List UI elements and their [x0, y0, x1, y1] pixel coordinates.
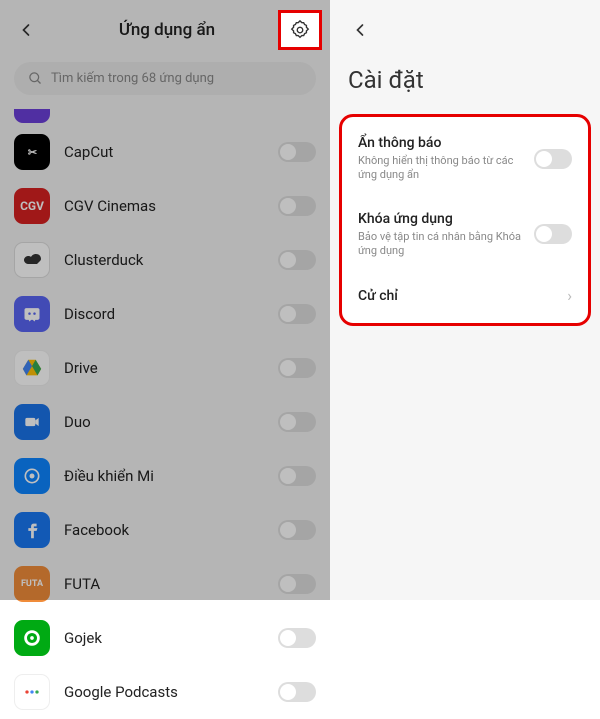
toggle[interactable]: [278, 682, 316, 702]
app-name: Google Podcasts: [64, 683, 264, 701]
setting-hide-notifications[interactable]: Ẩn thông báo Không hiển thị thông báo từ…: [342, 121, 588, 197]
app-row[interactable]: FUTA FUTA: [14, 557, 316, 611]
back-icon: [350, 20, 370, 40]
setting-subtitle: Bảo vệ tập tin cá nhân bằng Khóa ứng dụn…: [358, 230, 524, 259]
setting-text: Cử chỉ: [358, 288, 557, 304]
settings-card-highlight: Ẩn thông báo Không hiển thị thông báo từ…: [339, 114, 591, 326]
app-name: Điều khiển Mi: [64, 467, 264, 485]
chevron-right-icon: ›: [567, 286, 572, 305]
setting-app-lock[interactable]: Khóa ứng dụng Bảo vệ tập tin cá nhân bằn…: [342, 197, 588, 273]
gear-icon: [289, 19, 311, 41]
setting-title: Khóa ứng dụng: [358, 211, 524, 227]
app-row[interactable]: CGV CGV Cinemas: [14, 179, 316, 233]
facebook-icon: [14, 512, 50, 548]
app-row[interactable]: Facebook: [14, 503, 316, 557]
app-name: Facebook: [64, 521, 264, 539]
right-header: [330, 18, 600, 52]
toggle[interactable]: [278, 358, 316, 378]
back-button-right[interactable]: [348, 18, 372, 42]
app-name: Gojek: [64, 629, 264, 647]
app-name: Duo: [64, 413, 264, 431]
setting-gestures[interactable]: Cử chỉ ›: [342, 272, 588, 319]
futa-icon: FUTA: [14, 566, 50, 602]
app-name: Discord: [64, 305, 264, 323]
toggle[interactable]: [278, 628, 316, 648]
toggle[interactable]: [278, 574, 316, 594]
setting-title: Cử chỉ: [358, 288, 557, 304]
app-icon-partial: [14, 109, 50, 123]
app-row[interactable]: Discord: [14, 287, 316, 341]
left-panel: Ứng dụng ẩn Tìm kiếm trong 68 ứng dụng ✂…: [0, 0, 330, 600]
setting-text: Ẩn thông báo Không hiển thị thông báo từ…: [358, 135, 524, 183]
toggle[interactable]: [534, 224, 572, 244]
toggle[interactable]: [534, 149, 572, 169]
google-podcasts-icon: [14, 674, 50, 710]
app-row[interactable]: Điều khiển Mi: [14, 449, 316, 503]
app-row[interactable]: Gojek: [14, 611, 316, 665]
capcut-icon: ✂: [14, 134, 50, 170]
app-row[interactable]: Google Podcasts: [14, 665, 316, 719]
toggle[interactable]: [278, 142, 316, 162]
app-row[interactable]: ✂ CapCut: [14, 125, 316, 179]
duo-icon: [14, 404, 50, 440]
toggle[interactable]: [278, 304, 316, 324]
search-icon: [28, 71, 43, 86]
mi-remote-icon: [14, 458, 50, 494]
app-name: FUTA: [64, 575, 264, 593]
app-name: Clusterduck: [64, 251, 264, 269]
gojek-icon: [14, 620, 50, 656]
setting-subtitle: Không hiển thị thông báo từ các ứng dụng…: [358, 154, 524, 183]
setting-title: Ẩn thông báo: [358, 135, 524, 151]
settings-button-highlight[interactable]: [278, 10, 322, 50]
cgv-icon: CGV: [14, 188, 50, 224]
discord-icon: [14, 296, 50, 332]
search-placeholder: Tìm kiếm trong 68 ứng dụng: [51, 71, 214, 86]
drive-icon: [14, 350, 50, 386]
toggle[interactable]: [278, 520, 316, 540]
search-input[interactable]: Tìm kiếm trong 68 ứng dụng: [14, 62, 316, 95]
left-title: Ứng dụng ẩn: [18, 20, 316, 40]
toggle[interactable]: [278, 250, 316, 270]
app-list: ✂ CapCut CGV CGV Cinemas Clusterduck Disco…: [0, 109, 330, 719]
app-row[interactable]: Duo: [14, 395, 316, 449]
app-name: CapCut: [64, 143, 264, 161]
setting-text: Khóa ứng dụng Bảo vệ tập tin cá nhân bằn…: [358, 211, 524, 259]
app-row[interactable]: Clusterduck: [14, 233, 316, 287]
app-name: CGV Cinemas: [64, 197, 264, 215]
app-name: Drive: [64, 359, 264, 377]
toggle[interactable]: [278, 466, 316, 486]
right-panel: Cài đặt Ẩn thông báo Không hiển thị thôn…: [330, 0, 600, 600]
left-header: Ứng dụng ẩn: [0, 0, 330, 54]
toggle[interactable]: [278, 196, 316, 216]
clusterduck-icon: [14, 242, 50, 278]
settings-title: Cài đặt: [330, 52, 600, 114]
app-row[interactable]: Drive: [14, 341, 316, 395]
toggle[interactable]: [278, 412, 316, 432]
